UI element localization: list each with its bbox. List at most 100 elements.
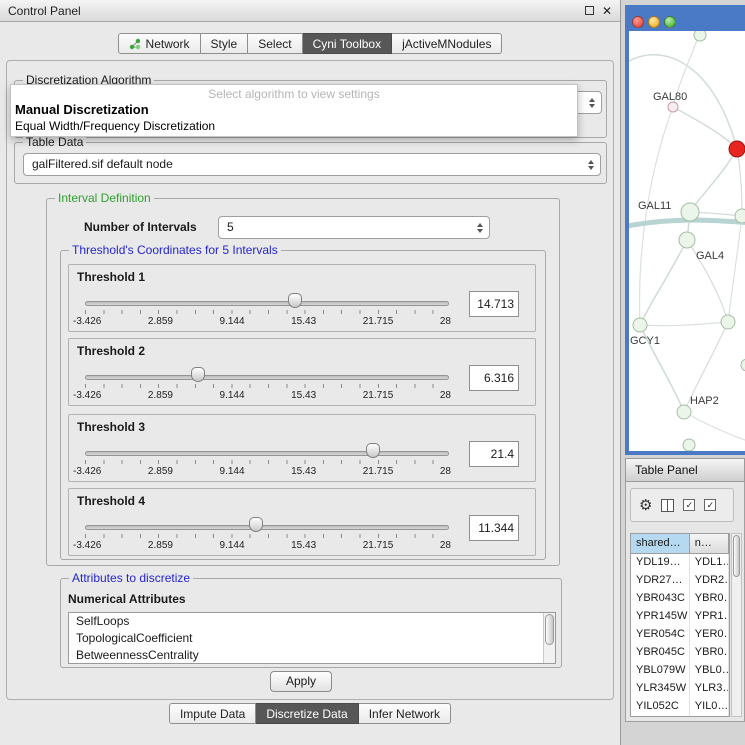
slider-track [85, 375, 449, 380]
threshold-1-value-field[interactable]: 14.713 [469, 291, 519, 317]
close-icon[interactable]: ✕ [602, 6, 612, 16]
network-edge[interactable] [728, 216, 742, 322]
gear-icon[interactable]: ⚙ [639, 498, 652, 513]
table-cell[interactable]: YIL052C [631, 698, 690, 716]
table-cell[interactable]: YDL19… [631, 554, 690, 572]
table-cell[interactable]: YBR045C [631, 644, 690, 662]
number-of-intervals-combobox[interactable]: 5 [218, 216, 490, 239]
select-columns-checkbox-icon[interactable]: ✓ [683, 499, 695, 511]
network-graph: GAL80GAL11GAL4GCY1HAP2 [629, 31, 745, 451]
mac-minimize-icon[interactable] [648, 16, 660, 28]
tab-cyni-toolbox[interactable]: Cyni Toolbox [303, 33, 392, 54]
attribute-list-item[interactable]: SelfLoops [69, 613, 555, 630]
table-panel: ⚙ ✓ ✓ shared… n… YDL19…YDL1…YDR27…YDR2…Y… [625, 482, 745, 722]
scrollbar-thumb[interactable] [545, 614, 554, 645]
network-node[interactable] [741, 359, 745, 371]
tab-discretize-data[interactable]: Discretize Data [256, 703, 358, 724]
network-edge[interactable] [690, 149, 737, 212]
network-edge[interactable] [684, 412, 745, 443]
table-data-combobox[interactable]: galFiltered.sif default node [23, 153, 601, 176]
table-row: YPR145WYPR1… [631, 608, 729, 626]
node-label: GAL80 [653, 91, 687, 103]
scale-label: 9.144 [220, 466, 245, 477]
threshold-label: Threshold 1 [77, 270, 145, 284]
network-view-window: GAL80GAL11GAL4GCY1HAP2 [625, 5, 745, 455]
float-window-icon[interactable] [585, 6, 594, 15]
table-cell[interactable]: YDL1… [690, 554, 729, 572]
threshold-3-value-field[interactable]: 21.4 [469, 441, 519, 467]
tab-infer-network[interactable]: Infer Network [359, 703, 451, 724]
threshold-1-slider[interactable] [85, 293, 449, 309]
threshold-label: Threshold 2 [77, 344, 145, 358]
combo-stepper-icon [477, 223, 483, 233]
attribute-list-item[interactable]: BetweennessCentrality [69, 647, 555, 664]
mac-close-icon[interactable] [632, 16, 644, 28]
threshold-2-value-field[interactable]: 6.316 [469, 365, 519, 391]
scale-label: -3.426 [73, 540, 101, 551]
table-cell[interactable]: YBL0… [690, 662, 729, 680]
numerical-attributes-list[interactable]: SelfLoopsTopologicalCoefficientBetweenne… [68, 612, 556, 664]
network-edge[interactable] [673, 107, 737, 149]
attributes-scrollbar[interactable] [543, 613, 555, 663]
network-node[interactable] [668, 102, 678, 112]
table-cell[interactable]: YPR1… [690, 608, 729, 626]
network-edge[interactable] [640, 107, 673, 325]
network-node[interactable] [729, 141, 745, 157]
table-scrollbar[interactable] [731, 533, 742, 717]
tab-network[interactable]: Network [118, 33, 201, 54]
network-edge[interactable] [640, 240, 687, 325]
table-cell[interactable]: YER054C [631, 626, 690, 644]
slider-thumb[interactable] [288, 293, 302, 308]
network-edge[interactable] [640, 322, 728, 326]
dropdown-option-manual-discretization[interactable]: Manual Discretization [11, 101, 577, 118]
network-node[interactable] [721, 315, 735, 329]
column-header-name[interactable]: n… [690, 534, 729, 554]
network-node[interactable] [679, 232, 695, 248]
select-rows-checkbox-icon[interactable]: ✓ [704, 499, 716, 511]
scale-label: 28 [440, 390, 451, 401]
network-node[interactable] [694, 31, 706, 41]
table-cell[interactable]: YER0… [690, 626, 729, 644]
network-canvas[interactable]: GAL80GAL11GAL4GCY1HAP2 [629, 31, 745, 451]
table-cell[interactable]: YDR2… [690, 572, 729, 590]
network-node[interactable] [633, 318, 647, 332]
threshold-4-slider[interactable] [85, 517, 449, 533]
apply-button[interactable]: Apply [270, 671, 332, 692]
attribute-list-item[interactable]: TopologicalCoefficient [69, 630, 555, 647]
tab-impute-data[interactable]: Impute Data [169, 703, 256, 724]
table-cell[interactable]: YBR0… [690, 590, 729, 608]
table-cell[interactable]: YLR3… [690, 680, 729, 698]
table-row: YDL19…YDL1… [631, 554, 729, 572]
column-header-shared-name[interactable]: shared… [631, 534, 690, 554]
network-edge[interactable] [629, 220, 745, 227]
mac-zoom-icon[interactable] [664, 16, 676, 28]
table-cell[interactable]: YDR27… [631, 572, 690, 590]
threshold-4-value-field[interactable]: 11.344 [469, 515, 519, 541]
threshold-2-slider[interactable] [85, 367, 449, 383]
network-node[interactable] [683, 439, 695, 451]
slider-thumb[interactable] [366, 443, 380, 458]
table-cell[interactable]: YBR0… [690, 644, 729, 662]
network-node[interactable] [735, 209, 745, 223]
tab-style[interactable]: Style [201, 33, 249, 54]
scale-label: 9.144 [220, 316, 245, 327]
slider-thumb[interactable] [249, 517, 263, 532]
table-cell[interactable]: YIL0… [690, 698, 729, 716]
table-panel-header[interactable]: Table Panel [625, 458, 745, 482]
network-edge[interactable] [737, 149, 742, 216]
table-cell[interactable]: YLR345W [631, 680, 690, 698]
table-cell[interactable]: YBL079W [631, 662, 690, 680]
dropdown-option-equal-width-frequency[interactable]: Equal Width/Frequency Discretization [11, 118, 577, 134]
tab-label: Style [211, 37, 238, 51]
scrollbar-thumb[interactable] [733, 535, 740, 577]
network-node[interactable] [677, 405, 691, 419]
table-cell[interactable]: YPR145W [631, 608, 690, 626]
slider-thumb[interactable] [191, 367, 205, 382]
tab-select[interactable]: Select [248, 33, 302, 54]
window-controls [632, 16, 676, 28]
network-node[interactable] [681, 203, 699, 221]
table-cell[interactable]: YBR043C [631, 590, 690, 608]
tab-jactivemnodules[interactable]: jActiveMNodules [392, 33, 502, 54]
columns-icon[interactable] [661, 499, 674, 512]
threshold-3-slider[interactable] [85, 443, 449, 459]
